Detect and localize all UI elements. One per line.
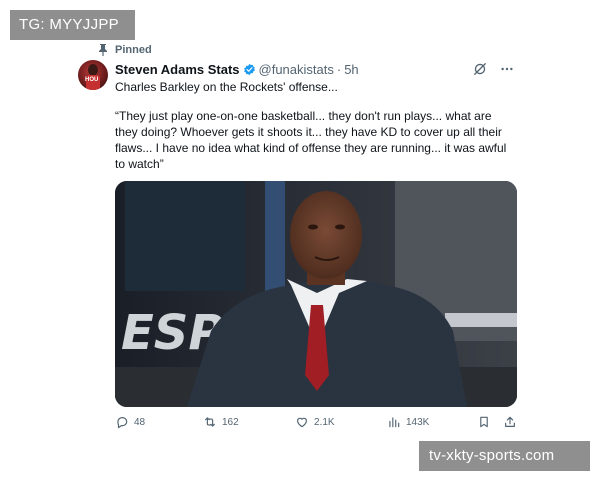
like-count: 2.1K [314, 416, 335, 428]
views-button[interactable]: 143K [387, 415, 429, 429]
retweet-button[interactable]: 162 [203, 415, 239, 429]
media-photo-illustration: ESPN [115, 181, 517, 407]
retweet-icon [205, 417, 215, 427]
retweet-count: 162 [222, 416, 239, 428]
more-icon[interactable] [500, 62, 514, 76]
pinned-indicator: Pinned [98, 44, 152, 56]
pin-icon [99, 44, 107, 56]
pinned-label: Pinned [115, 44, 152, 56]
tweet-text: “They just play one-on-one basketball...… [115, 109, 507, 171]
bookmark-button[interactable] [477, 415, 491, 429]
watermark-bottom: tv-xkty-sports.com [419, 441, 590, 471]
tweet-media-image[interactable]: ESPN [115, 181, 517, 407]
like-icon [297, 417, 307, 428]
share-button[interactable] [503, 415, 517, 429]
tweet-header: Steven Adams Stats @funakistats · 5h [115, 62, 359, 77]
author-handle[interactable]: @funakistats [259, 62, 334, 77]
views-count: 143K [406, 416, 430, 428]
views-icon [389, 417, 400, 428]
tweet-top-actions [473, 62, 514, 76]
share-icon [505, 416, 515, 427]
like-button[interactable]: 2.1K [295, 415, 335, 429]
watermark-top: TG: MYYJJPP [10, 10, 135, 40]
reply-count: 48 [134, 416, 146, 428]
avatar-jersey-text: HOU [85, 77, 99, 83]
tweet-timestamp[interactable]: 5h [344, 62, 358, 77]
grok-icon[interactable] [473, 62, 487, 76]
header-separator: · [336, 62, 342, 77]
reply-icon [117, 417, 128, 429]
avatar[interactable]: HOU [78, 60, 108, 90]
reply-button[interactable]: 48 [115, 415, 145, 429]
author-name[interactable]: Steven Adams Stats [115, 62, 240, 77]
tweet-subtitle: Charles Barkley on the Rockets' offense.… [115, 80, 338, 94]
tweet-action-bar: 48 162 2.1K 143K [115, 415, 520, 435]
bookmark-icon [480, 416, 488, 428]
tweet-card[interactable]: Pinned HOU Steven Adams Stats @funakista… [78, 40, 528, 440]
verified-badge-icon [243, 63, 255, 76]
